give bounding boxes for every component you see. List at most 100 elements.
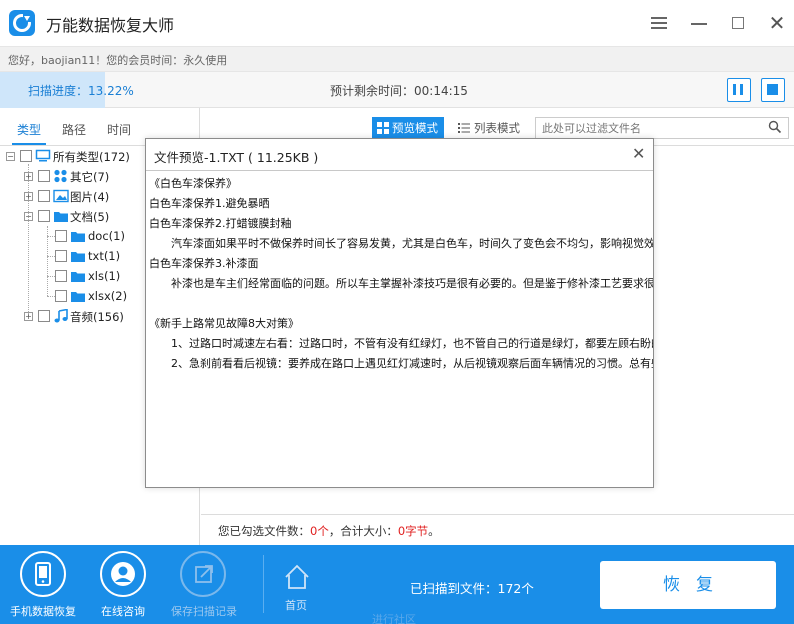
- grid-icon: [377, 122, 389, 134]
- list-mode-label: 列表模式: [474, 121, 520, 135]
- folder-icon: [53, 209, 69, 223]
- checkbox[interactable]: [55, 250, 67, 262]
- scanned-files-count: 已扫描到文件：172个: [410, 581, 534, 596]
- search-icon[interactable]: [768, 120, 782, 134]
- computer-icon: [35, 149, 51, 163]
- save-scan-record-button[interactable]: [180, 551, 226, 597]
- community-link[interactable]: 进行社区: [372, 611, 416, 624]
- tab-path[interactable]: 路径: [62, 121, 86, 138]
- remaining-time: 预计剩余时间：00:14:15: [330, 84, 468, 98]
- preview-line: [149, 294, 653, 314]
- preview-text: 《白色车漆保养》 白色车漆保养1.避免暴晒 白色车漆保养2.打蜡镀膜封釉 汽车漆…: [149, 174, 653, 486]
- app-logo-icon: [9, 10, 35, 36]
- scan-progress-label: 扫描进度：13.22%: [28, 84, 134, 98]
- expand-icon[interactable]: +: [24, 312, 33, 321]
- selected-size: 0字节: [397, 524, 429, 538]
- home-icon: [285, 564, 309, 589]
- collapse-icon[interactable]: −: [24, 212, 33, 221]
- tree-label: 文档(5): [70, 210, 110, 224]
- folder-icon: [70, 249, 86, 263]
- tree-label: txt(1): [88, 249, 121, 263]
- tree-line: [47, 236, 55, 237]
- phone-recovery-button[interactable]: [20, 551, 66, 597]
- menu-icon[interactable]: [648, 12, 670, 34]
- title-bar: 万能数据恢复大师 ✕: [0, 0, 794, 46]
- checkbox[interactable]: [38, 170, 50, 182]
- preview-line: 1、过路口时减速左右看：过路口时，不管有没有红绿灯，也不管自己的行道是绿灯，都要…: [149, 337, 653, 350]
- checkbox[interactable]: [20, 150, 32, 162]
- minimize-icon[interactable]: [688, 12, 710, 34]
- online-consult-label: 在线咨询: [101, 605, 145, 618]
- selection-suffix: 。: [428, 524, 440, 538]
- expand-icon[interactable]: +: [24, 172, 33, 181]
- tree-label: 其它(7): [70, 170, 110, 184]
- checkbox[interactable]: [55, 230, 67, 242]
- folder-icon: [70, 269, 86, 283]
- folder-icon: [70, 229, 86, 243]
- preview-line: 白色车漆保养1.避免暴晒: [149, 197, 270, 210]
- image-icon: [53, 189, 69, 203]
- preview-line: 汽车漆面如果平时不做保养时间长了容易发黄，尤其是白色车，时间久了变色会不均匀，影…: [149, 237, 653, 250]
- tree-label: 音频(156): [70, 310, 124, 324]
- save-scan-record-label: 保存扫描记录: [171, 605, 237, 618]
- active-tab-indicator: [12, 143, 46, 145]
- phone-icon: [35, 562, 51, 586]
- collapse-icon[interactable]: −: [6, 152, 15, 161]
- preview-line: 《白色车漆保养》: [149, 177, 237, 190]
- tree-label: doc(1): [88, 229, 125, 243]
- tree-label: 图片(4): [70, 190, 110, 204]
- selected-count: 0个: [310, 524, 329, 538]
- expand-icon[interactable]: +: [24, 192, 33, 201]
- checkbox[interactable]: [38, 310, 50, 322]
- tree-label: xls(1): [88, 269, 121, 283]
- music-note-icon: [53, 308, 69, 323]
- preview-mode-label: 预览模式: [392, 121, 438, 135]
- preview-line: 2、急刹前看看后视镜：要养成在路口上遇见红灯减速时，从后视镜观察后面车辆情况的习…: [149, 357, 653, 370]
- bottom-bar: 手机数据恢复 在线咨询 保存扫描记录 首页 已扫描到文件：172个 恢复 进行社…: [0, 545, 794, 624]
- checkbox[interactable]: [38, 210, 50, 222]
- tree-label: xlsx(2): [88, 289, 128, 303]
- member-greeting: 您好，baojian11！您的会员时间：永久使用: [8, 54, 228, 67]
- selection-summary: 您已勾选文件数：0个，合计大小：0字节。: [218, 523, 440, 539]
- tab-type[interactable]: 类型: [17, 121, 41, 138]
- online-consult-button[interactable]: [100, 551, 146, 597]
- pause-button[interactable]: [727, 78, 751, 102]
- user-support-icon: [111, 562, 135, 586]
- maximize-icon[interactable]: [728, 12, 750, 34]
- preview-line: 白色车漆保养2.打蜡镀膜封釉: [149, 217, 292, 230]
- checkbox[interactable]: [38, 190, 50, 202]
- preview-line: 《新手上路常见故障8大对策》: [149, 317, 299, 330]
- dialog-title: 文件预览-1.TXT ( 11.25KB ): [154, 150, 319, 165]
- tree-line: [47, 296, 55, 297]
- selection-prefix: 您已勾选文件数：: [218, 524, 310, 538]
- divider: [146, 170, 653, 171]
- export-icon: [195, 565, 213, 583]
- file-preview-dialog: 文件预览-1.TXT ( 11.25KB ) ✕ 《白色车漆保养》 白色车漆保养…: [145, 138, 654, 488]
- list-mode-button[interactable]: 列表模式: [456, 117, 524, 139]
- close-icon[interactable]: ✕: [766, 12, 788, 34]
- tree-line: [47, 256, 55, 257]
- checkbox[interactable]: [55, 270, 67, 282]
- tab-time[interactable]: 时间: [107, 121, 131, 138]
- tree-line: [47, 276, 55, 277]
- home-button[interactable]: [283, 563, 311, 591]
- preview-mode-button[interactable]: 预览模式: [372, 117, 444, 139]
- apps-icon: [53, 169, 69, 183]
- folder-icon: [70, 289, 86, 303]
- scan-progress-bar: 扫描进度：13.22% 预计剩余时间：00:14:15: [0, 72, 794, 108]
- filename-filter-input[interactable]: [535, 117, 789, 139]
- app-title: 万能数据恢复大师: [46, 16, 175, 35]
- preview-line: 补漆也是车主们经常面临的问题。所以车主掌握补漆技巧是很有必要的。但是鉴于修补漆工…: [149, 277, 653, 290]
- recover-button[interactable]: 恢复: [600, 561, 776, 609]
- divider: [263, 555, 264, 613]
- checkbox[interactable]: [55, 290, 67, 302]
- stop-button[interactable]: [761, 78, 785, 102]
- preview-line: 白色车漆保养3.补漆面: [149, 257, 259, 270]
- selection-middle: ，合计大小：: [328, 524, 398, 538]
- dialog-close-icon[interactable]: ✕: [632, 144, 645, 163]
- tree-label: 所有类型(172): [53, 150, 130, 164]
- divider: [201, 514, 794, 515]
- list-icon: [458, 123, 470, 133]
- phone-recovery-label: 手机数据恢复: [10, 605, 76, 618]
- home-label: 首页: [285, 599, 307, 612]
